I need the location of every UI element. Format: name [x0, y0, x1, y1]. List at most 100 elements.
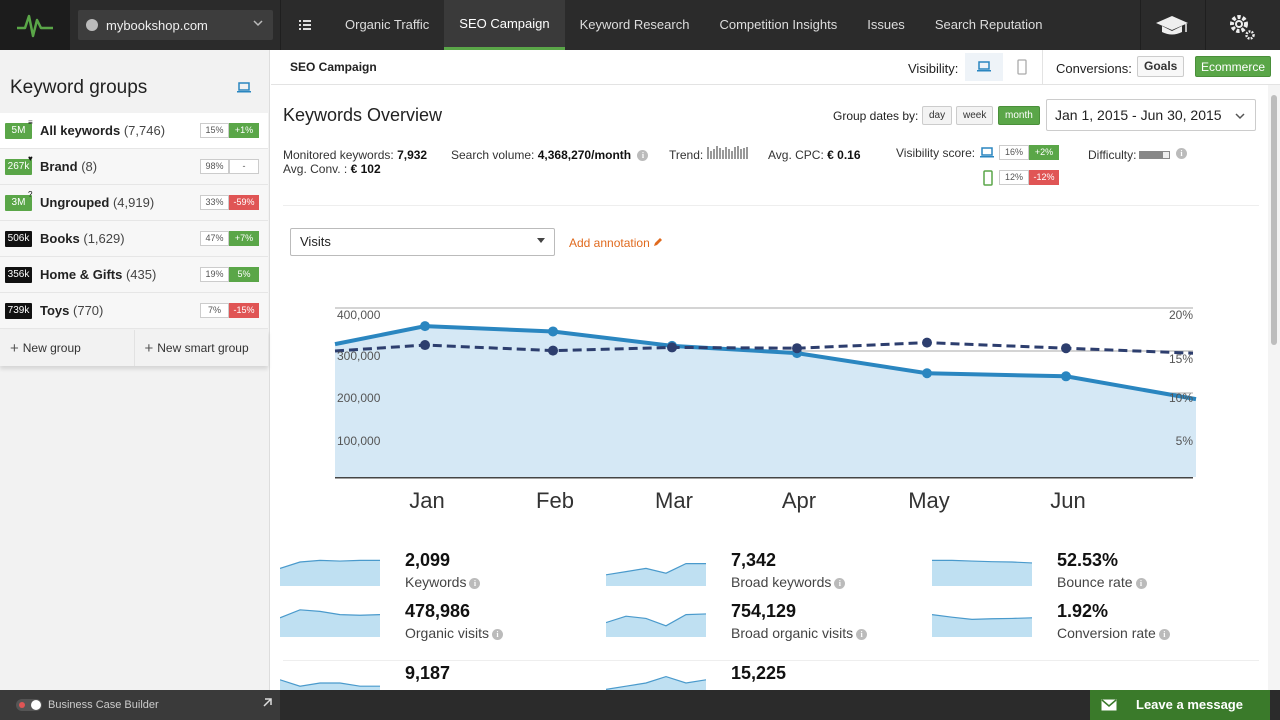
- x-tick-label: Mar: [655, 488, 693, 513]
- laptop-icon[interactable]: [236, 82, 252, 94]
- leave-message-button[interactable]: Leave a message: [1090, 690, 1270, 720]
- plus-icon: +: [10, 339, 19, 357]
- kpi-label: Broad keywords i: [731, 574, 846, 590]
- keyword-group-row[interactable]: 3M ? Ungrouped (4,919) 33% -59%: [0, 185, 268, 221]
- question-icon: ?: [28, 190, 33, 199]
- avg-conversion-stat: Avg. Conv. : € 102: [283, 162, 381, 176]
- trend-bar: [719, 148, 721, 159]
- metric-dropdown[interactable]: Visits: [290, 228, 555, 256]
- y-left-tick-label: 400,000: [337, 308, 381, 322]
- tab-keyword-research[interactable]: Keyword Research: [565, 0, 705, 50]
- visibility-point: [792, 343, 802, 354]
- visibility-point: [667, 342, 677, 353]
- expand-icon[interactable]: [262, 698, 272, 708]
- group-volume-badge: 356k: [5, 266, 32, 283]
- keyword-group-row[interactable]: 5M ≡ All keywords (7,746) 15% +1%: [0, 113, 268, 149]
- bottom-bar: Business Case Builder Leave a message: [0, 690, 1280, 720]
- group-name: Brand (8): [40, 159, 98, 174]
- y-left-tick-label: 100,000: [337, 434, 381, 448]
- mobile-visibility-toggle[interactable]: [1007, 53, 1037, 81]
- kpi-value: 52.53%: [1057, 550, 1119, 570]
- list-menu-icon[interactable]: [298, 18, 312, 32]
- info-icon[interactable]: i: [834, 577, 846, 589]
- group-by-month-button[interactable]: month: [998, 106, 1040, 125]
- keyword-group-row[interactable]: 267k ♥ Brand (8) 98% -: [0, 149, 268, 185]
- y-right-tick-label: 5%: [1176, 434, 1194, 448]
- graduation-cap-icon[interactable]: [1152, 10, 1192, 40]
- info-icon[interactable]: i: [1135, 577, 1147, 589]
- sidebar-title: Keyword groups: [10, 77, 148, 98]
- info-icon[interactable]: i: [856, 628, 868, 640]
- info-icon[interactable]: i: [492, 628, 504, 640]
- info-icon[interactable]: i: [469, 577, 481, 589]
- group-actions: + New group + New smart group: [0, 330, 268, 366]
- keyword-group-row[interactable]: 739k Toys (770) 7% -15%: [0, 293, 268, 329]
- business-case-toggle[interactable]: [16, 699, 42, 711]
- tab-organic-traffic[interactable]: Organic Traffic: [330, 0, 444, 50]
- info-icon[interactable]: i: [637, 150, 649, 162]
- y-left-tick-label: 200,000: [337, 391, 381, 405]
- chevron-down-icon: [253, 20, 263, 27]
- heart-icon: ♥: [28, 154, 33, 163]
- group-by-day-button[interactable]: day: [922, 106, 953, 125]
- visits-point: [548, 326, 558, 337]
- search-volume-stat: Search volume: 4,368,270/month i: [451, 148, 649, 162]
- tab-seo-campaign[interactable]: SEO Campaign: [444, 0, 565, 50]
- laptop-icon: [980, 147, 994, 158]
- group-change: -15%: [229, 303, 259, 318]
- group-type-icon: ≡: [28, 118, 33, 127]
- kpi-value: 478,986: [405, 601, 471, 621]
- app-logo[interactable]: [0, 0, 70, 50]
- mobile-visibility-change: -12%: [1029, 170, 1059, 185]
- group-volume-badge: 739k: [5, 302, 32, 319]
- kpi-sparkline: [280, 559, 380, 586]
- group-dates-label: Group dates by:: [833, 109, 919, 123]
- x-tick-label: Jan: [409, 488, 444, 513]
- envelope-icon: [1101, 699, 1117, 711]
- kpi-sparkline: [280, 609, 380, 637]
- info-icon[interactable]: i: [1176, 148, 1187, 159]
- kpi-value: 9,187: [405, 663, 451, 683]
- trend-bar: [710, 151, 712, 159]
- plus-icon: +: [144, 339, 154, 357]
- top-navigation-bar: mybookshop.com Organic Traffic SEO Campa…: [0, 0, 1280, 50]
- site-selector[interactable]: mybookshop.com: [78, 10, 273, 40]
- monitored-keywords-stat: Monitored keywords: 7,932: [283, 148, 428, 162]
- group-change: 5%: [229, 267, 259, 282]
- info-icon[interactable]: i: [1158, 628, 1170, 640]
- new-group-button[interactable]: + New group: [0, 330, 134, 366]
- add-annotation-link[interactable]: Add annotation: [569, 236, 663, 250]
- business-case-builder[interactable]: Business Case Builder: [0, 690, 280, 720]
- tab-search-reputation[interactable]: Search Reputation: [920, 0, 1058, 50]
- keyword-group-row[interactable]: 356k Home & Gifts (435) 19% 5%: [0, 257, 268, 293]
- chevron-down-icon: [1235, 113, 1245, 120]
- goals-button[interactable]: Goals: [1137, 56, 1185, 77]
- group-visibility-pct: 47%: [200, 231, 229, 246]
- trend-bar: [707, 147, 709, 159]
- keyword-groups-sidebar: Keyword groups 5M ≡ All keywords (7,746)…: [0, 50, 270, 690]
- new-smart-group-button[interactable]: + New smart group: [133, 330, 268, 366]
- tab-competition-insights[interactable]: Competition Insights: [704, 0, 852, 50]
- ecommerce-button[interactable]: Ecommerce: [1195, 56, 1272, 77]
- desktop-visibility-pct: 16%: [999, 145, 1029, 160]
- kpi-value: 2,099: [405, 550, 451, 570]
- main-scrollbar[interactable]: [1268, 85, 1280, 690]
- settings-gear-icon[interactable]: [1222, 10, 1262, 42]
- date-range-picker[interactable]: Jan 1, 2015 - Jun 30, 2015: [1046, 99, 1256, 131]
- kpi-sparkline: [932, 614, 1032, 637]
- group-by-week-button[interactable]: week: [956, 106, 994, 125]
- desktop-visibility-toggle[interactable]: [965, 53, 1003, 81]
- tab-issues[interactable]: Issues: [852, 0, 920, 50]
- trend-bar: [722, 150, 724, 159]
- difficulty-label: Difficulty:: [1088, 148, 1137, 162]
- avg-cpc-stat: Avg. CPC: € 0.16: [768, 148, 861, 162]
- x-tick-label: May: [908, 488, 950, 513]
- group-name: Toys (770): [40, 303, 104, 318]
- trend-bar: [740, 149, 742, 159]
- keyword-group-row[interactable]: 506k Books (1,629) 47% +7%: [0, 221, 268, 257]
- keyword-group-list: 5M ≡ All keywords (7,746) 15% +1% 267k ♥…: [0, 113, 268, 329]
- y-left-tick-label: 300,000: [337, 349, 381, 363]
- group-change: +7%: [229, 231, 259, 246]
- visits-point: [1061, 371, 1071, 382]
- visibility-score-label: Visibility score:: [896, 146, 976, 160]
